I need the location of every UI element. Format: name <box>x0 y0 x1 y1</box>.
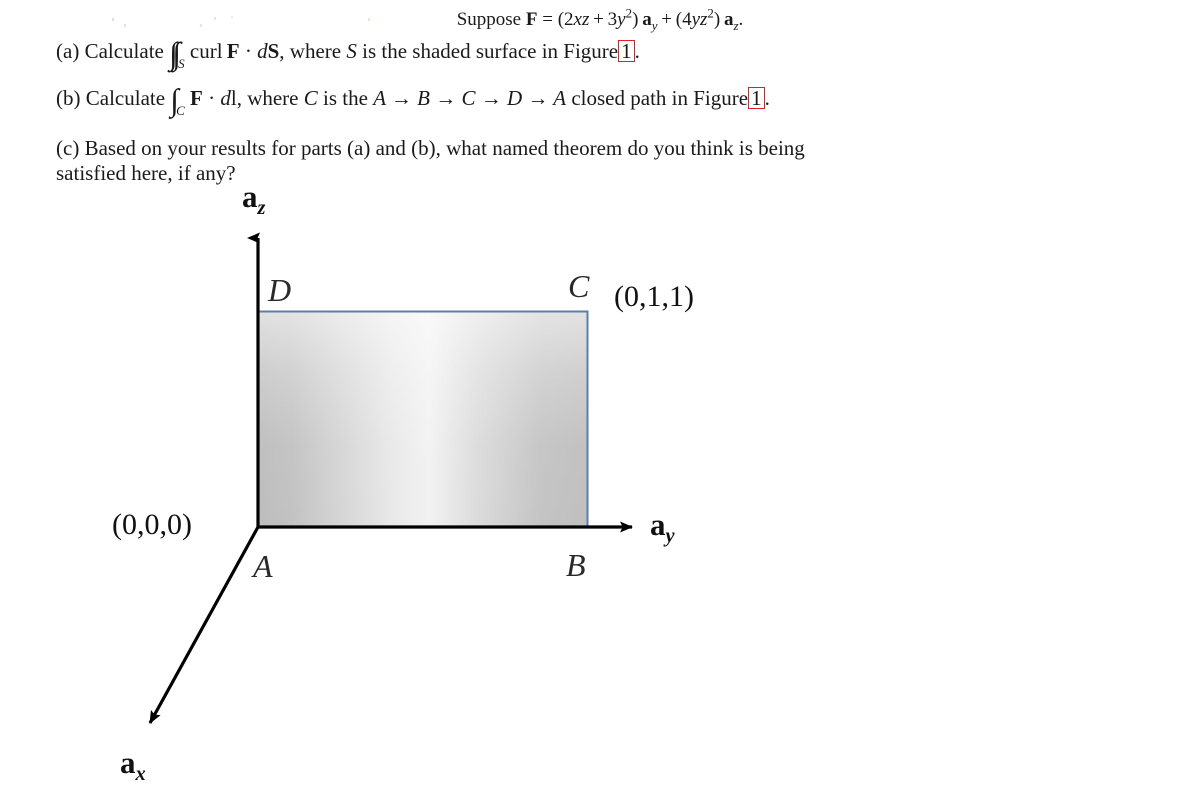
x-axis-label: ax <box>120 745 146 784</box>
part-a-verb: Calculate <box>84 39 164 63</box>
vertex-label-C: C <box>568 268 590 304</box>
x-axis-label-base: a <box>120 745 136 780</box>
figure-reference-link-b[interactable]: 1 <box>748 86 765 109</box>
y-axis-label-sub: y <box>665 525 675 548</box>
scan-speckle <box>112 18 114 21</box>
part-b-period: . <box>764 85 770 110</box>
z-axis-label-base: a <box>242 179 258 214</box>
field-expression: (2xz + 3y2) ay + (4yz2) az. <box>557 5 744 33</box>
problem-statement: Suppose F = (2xz + 3y2) ay + (4yz2) az. … <box>0 0 1200 186</box>
part-a: (a) Calculate ∫∫ S curl F · dS, where S i… <box>0 34 1200 81</box>
part-a-tail: is the shaded surface in Figure <box>362 39 619 63</box>
part-b-tail-post: closed path in Figure <box>571 85 749 110</box>
y-axis-label-base: a <box>650 507 666 542</box>
field-symbol-F: F <box>525 9 538 30</box>
part-c-line1: Based on your results for parts (a) and … <box>84 135 753 160</box>
vertex-label-A: A <box>253 548 273 584</box>
y-axis-label: ay <box>650 507 675 546</box>
scan-speckle <box>231 16 233 19</box>
part-a-integrand: curl F · dS <box>189 39 280 63</box>
vertex-label-D: D <box>268 272 292 308</box>
equals-sign: = <box>542 9 553 30</box>
z-axis-label: az <box>242 179 265 218</box>
scan-speckle <box>124 24 126 27</box>
part-b-integral-domain: C <box>176 102 185 118</box>
part-b-path: A → B → C → D → A <box>373 85 567 110</box>
part-c-label: (c) <box>56 135 80 160</box>
part-a-clause: , where <box>279 39 342 63</box>
x-axis-label-sub: x <box>135 763 146 786</box>
part-b: (b) Calculate ∫C F · dl, where C is the … <box>0 81 1200 128</box>
z-axis-label-sub: z <box>257 197 266 220</box>
field-definition-line: Suppose F = (2xz + 3y2) ay + (4yz2) az. <box>0 0 1200 34</box>
x-axis-line <box>148 526 260 724</box>
figure-drawing <box>148 175 633 724</box>
part-a-domain-symbol: S <box>346 39 357 63</box>
shaded-surface-highlight <box>258 311 588 527</box>
coordinate-figure: az ay ax D C A B (0,1,1) (0,0,0) <box>0 175 1200 802</box>
coordinate-label-A: (0,0,0) <box>112 508 192 541</box>
figure-reference-link-a[interactable]: 1 <box>618 40 635 63</box>
part-b-verb: Calculate <box>85 85 166 110</box>
coordinate-label-C: (0,1,1) <box>614 280 694 313</box>
suppose-word: Suppose <box>456 9 522 30</box>
part-a-period: . <box>634 39 640 63</box>
scan-speckle <box>200 24 202 27</box>
part-b-clause: , where <box>236 85 299 110</box>
part-b-tail-pre: is the <box>323 85 368 110</box>
scan-speckle <box>214 17 216 20</box>
part-b-domain-symbol: C <box>303 85 318 110</box>
shaded-surface-group <box>257 310 589 528</box>
part-a-label: (a) <box>56 39 80 63</box>
part-b-integrand: F · dl <box>190 85 237 110</box>
scan-speckle <box>368 18 370 21</box>
part-a-integral-domain: S <box>178 55 185 71</box>
part-b-label: (b) <box>56 85 81 110</box>
vertex-label-B: B <box>566 547 586 583</box>
